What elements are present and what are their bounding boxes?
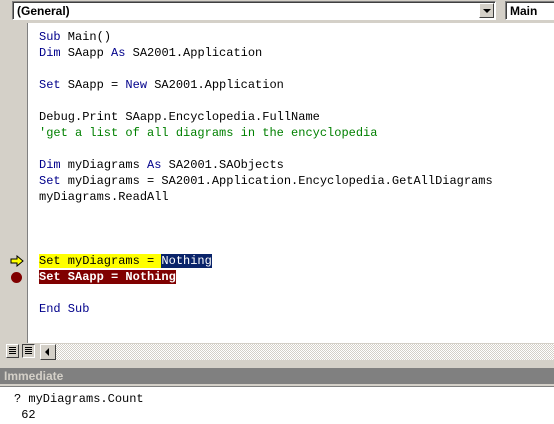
immediate-window-titlebar[interactable]: Immediate <box>0 368 554 384</box>
keyword: Sub <box>39 30 61 44</box>
immediate-line[interactable]: 62 <box>14 407 35 423</box>
code-text: myDiagrams.ReadAll <box>39 190 169 204</box>
full-module-view-icon[interactable] <box>22 344 35 358</box>
object-combo-value: (General) <box>17 4 70 18</box>
code-comment: 'get a list of all diagrams in the encyc… <box>39 126 378 140</box>
keyword: Set <box>39 174 61 188</box>
keyword: Dim <box>39 46 61 60</box>
margin-divider <box>27 23 28 343</box>
code-text: SA2001.Application <box>125 46 263 60</box>
vb-editor-window: (General) Main Sub Main() Dim SAapp As S… <box>0 0 554 424</box>
code-text: myDiagrams <box>60 158 148 172</box>
code-text: myDiagrams = SA2001.Application.Encyclop… <box>60 174 493 188</box>
keyword: As <box>111 46 126 60</box>
keyword: Dim <box>39 158 61 172</box>
code-line[interactable]: Debug.Print SAapp.Encyclopedia.FullName <box>39 109 320 125</box>
code-text: SAapp <box>60 46 112 60</box>
code-text: Debug.Print SAapp.Encyclopedia.FullName <box>39 110 320 124</box>
code-editor-area[interactable]: Sub Main() Dim SAapp As SA2001.Applicati… <box>29 23 554 343</box>
breakpoint-icon[interactable] <box>11 272 22 283</box>
code-line[interactable]: Set myDiagrams = SA2001.Application.Ency… <box>39 173 493 189</box>
procedure-view-icon[interactable] <box>6 344 19 358</box>
object-combo[interactable]: (General) <box>12 1 496 20</box>
code-line[interactable]: Dim SAapp As SA2001.Application <box>39 45 262 61</box>
code-line[interactable]: 'get a list of all diagrams in the encyc… <box>39 125 377 141</box>
margin-indicator-bar[interactable] <box>0 23 28 343</box>
breakpoint-line[interactable]: Set SAapp = Nothing <box>39 269 176 285</box>
code-text: SAapp = <box>60 78 126 92</box>
execution-point-line[interactable]: Set myDiagrams = Nothing <box>39 253 212 269</box>
keyword: End Sub <box>39 302 90 316</box>
code-line[interactable]: Set SAapp = New SA2001.Application <box>39 77 284 93</box>
keyword: As <box>147 158 162 172</box>
code-window-bottom-bar <box>0 343 554 361</box>
execution-highlight: Set myDiagrams = <box>39 254 162 268</box>
scroll-left-icon[interactable] <box>40 344 56 360</box>
code-line[interactable]: Sub Main() <box>39 29 111 45</box>
selected-text: Nothing <box>161 254 212 268</box>
immediate-window-title: Immediate <box>4 369 64 383</box>
code-text: SA2001.SAObjects <box>161 158 284 172</box>
breakpoint-highlight: Set SAapp = Nothing <box>39 270 176 284</box>
keyword: Set <box>39 78 61 92</box>
procedure-combo-value: Main <box>510 4 538 18</box>
code-text: Main() <box>60 30 112 44</box>
procedure-combo[interactable]: Main <box>505 1 554 20</box>
object-combo-dropdown-icon[interactable] <box>479 3 494 18</box>
horizontal-scrollbar-track[interactable] <box>56 344 554 360</box>
immediate-line[interactable]: ? myDiagrams.Count <box>14 391 144 407</box>
code-line[interactable]: End Sub <box>39 301 89 317</box>
code-line[interactable]: myDiagrams.ReadAll <box>39 189 169 205</box>
immediate-window[interactable]: ? myDiagrams.Count 62 <box>0 386 554 424</box>
execution-arrow-icon <box>10 255 24 267</box>
code-window[interactable]: Sub Main() Dim SAapp As SA2001.Applicati… <box>0 23 554 343</box>
code-text: SA2001.Application <box>147 78 284 92</box>
code-combo-bar: (General) Main <box>0 0 554 23</box>
keyword: New <box>125 78 148 92</box>
code-line[interactable]: Dim myDiagrams As SA2001.SAObjects <box>39 157 284 173</box>
